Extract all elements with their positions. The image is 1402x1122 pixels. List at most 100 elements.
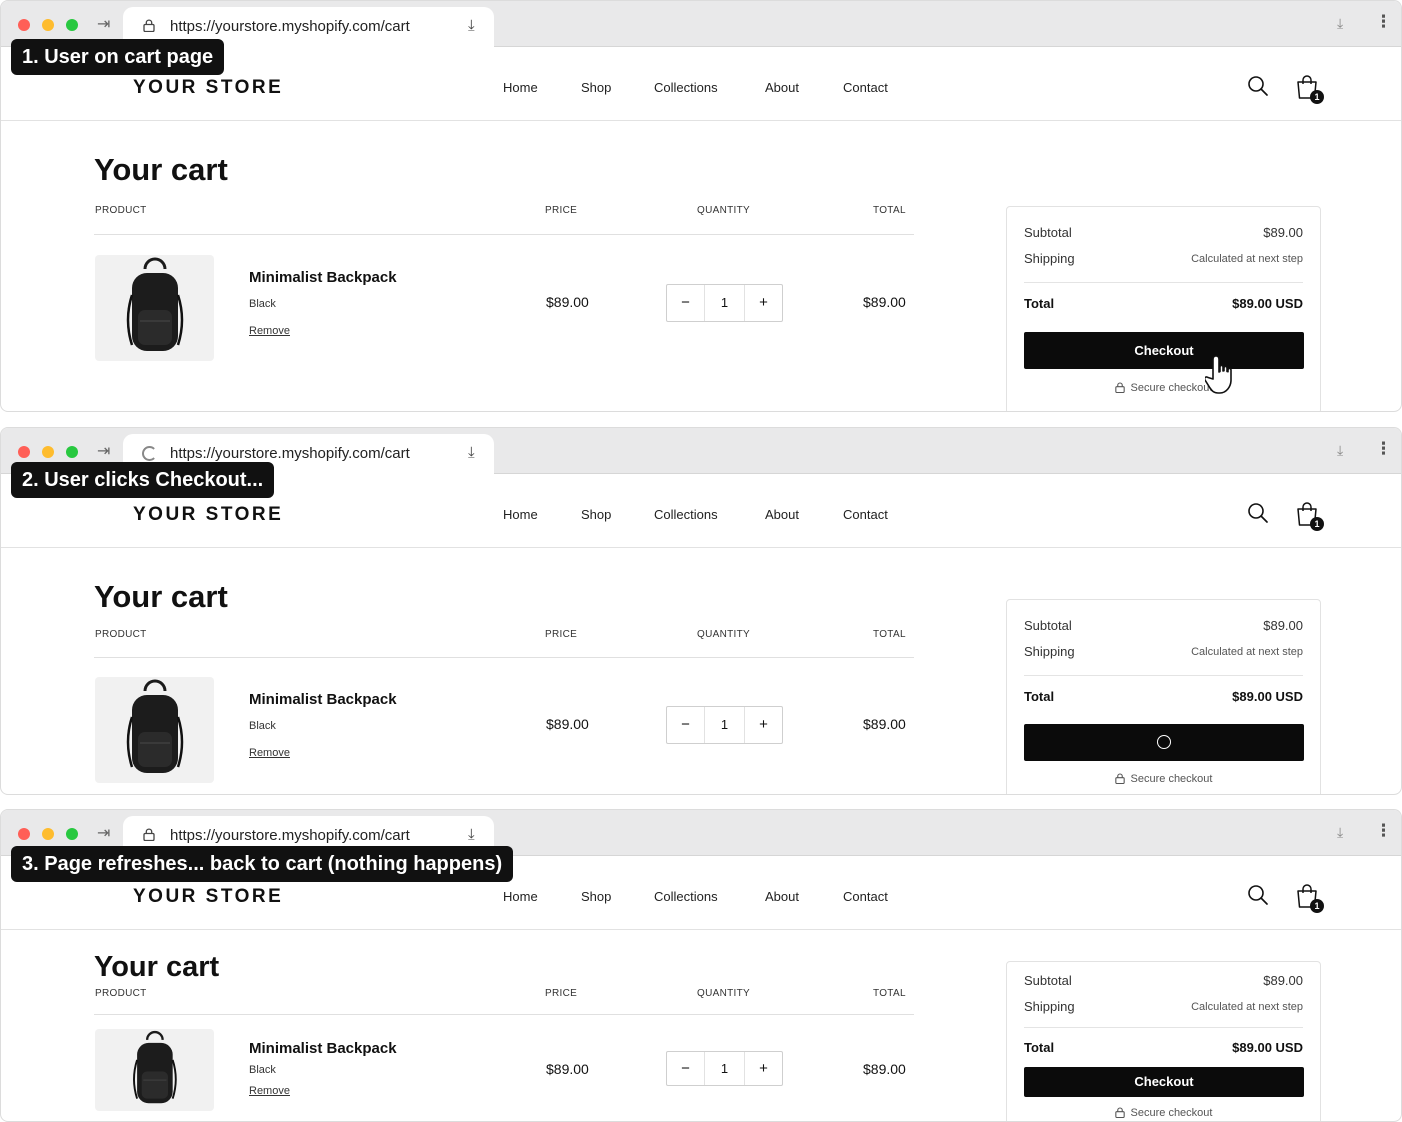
product-name[interactable]: Minimalist Backpack: [249, 1040, 397, 1057]
browser-window-step-1: ⇥ https://yourstore.myshopify.com/cart ⤓…: [0, 0, 1402, 412]
shipping-label: Shipping: [1024, 999, 1075, 1014]
close-window-button[interactable]: [18, 828, 30, 840]
shipping-label: Shipping: [1024, 644, 1075, 659]
subtotal-label: Subtotal: [1024, 225, 1072, 240]
nav-home[interactable]: Home: [503, 507, 538, 522]
quantity-stepper: − 1 +: [666, 284, 783, 322]
nav-collections[interactable]: Collections: [654, 889, 718, 904]
col-header-product: PRODUCT: [95, 205, 147, 216]
nav-about[interactable]: About: [765, 80, 799, 95]
forward-arrow-icon[interactable]: ⇥: [97, 441, 110, 461]
download-icon[interactable]: ⤓: [468, 826, 475, 843]
decrease-quantity-button[interactable]: −: [667, 1052, 705, 1085]
close-window-button[interactable]: [18, 19, 30, 31]
checkout-button[interactable]: Checkout: [1024, 1067, 1304, 1097]
store-logo[interactable]: YOUR STORE: [133, 886, 283, 908]
forward-arrow-icon[interactable]: ⇥: [97, 14, 110, 34]
subtotal-value: $89.00: [1263, 225, 1303, 240]
store-logo[interactable]: YOUR STORE: [133, 504, 283, 526]
download-icon[interactable]: ⤓: [1337, 442, 1343, 459]
url-text: https://yourstore.myshopify.com/cart: [170, 445, 410, 462]
backpack-icon: [126, 257, 184, 351]
loading-spinner-icon: [1157, 735, 1171, 749]
lock-icon: [1114, 773, 1125, 784]
kebab-menu-icon[interactable]: ⋮: [1375, 12, 1392, 32]
store-logo[interactable]: YOUR STORE: [133, 77, 283, 99]
col-header-price: PRICE: [545, 629, 578, 640]
product-variant: Black: [249, 1064, 276, 1076]
maximize-window-button[interactable]: [66, 828, 78, 840]
quantity-input[interactable]: 1: [705, 1052, 744, 1085]
nav-home[interactable]: Home: [503, 80, 538, 95]
order-summary: Subtotal $89.00 Shipping Calculated at n…: [1006, 961, 1321, 1121]
url-text: https://yourstore.myshopify.com/cart: [170, 827, 410, 844]
nav-about[interactable]: About: [765, 507, 799, 522]
increase-quantity-button[interactable]: +: [744, 707, 782, 743]
decrease-quantity-button[interactable]: −: [667, 285, 705, 321]
kebab-menu-icon[interactable]: ⋮: [1375, 439, 1392, 459]
total-value: $89.00 USD: [1232, 296, 1303, 311]
loading-spinner-icon: [142, 446, 157, 461]
col-header-product: PRODUCT: [95, 988, 147, 999]
product-image[interactable]: [95, 255, 214, 361]
maximize-window-button[interactable]: [66, 446, 78, 458]
secure-checkout-label: Secure checkout: [1130, 1107, 1213, 1119]
download-icon[interactable]: ⤓: [1337, 15, 1343, 32]
nav-home[interactable]: Home: [503, 889, 538, 904]
subtotal-value: $89.00: [1263, 973, 1303, 988]
increase-quantity-button[interactable]: +: [744, 1052, 782, 1085]
secure-checkout-note: Secure checkout: [1007, 382, 1320, 394]
col-header-total: TOTAL: [873, 988, 906, 999]
step-caption: 2. User clicks Checkout...: [11, 462, 275, 498]
item-price: $89.00: [546, 716, 589, 732]
forward-arrow-icon[interactable]: ⇥: [97, 823, 110, 843]
product-name[interactable]: Minimalist Backpack: [249, 269, 397, 286]
total-value: $89.00 USD: [1232, 1040, 1303, 1055]
download-icon[interactable]: ⤓: [468, 444, 475, 461]
search-icon[interactable]: [1247, 75, 1269, 97]
checkout-button[interactable]: Checkout: [1024, 332, 1304, 369]
checkout-button-loading[interactable]: [1024, 724, 1304, 761]
kebab-menu-icon[interactable]: ⋮: [1375, 821, 1392, 841]
nav-contact[interactable]: Contact: [843, 80, 888, 95]
product-image[interactable]: [95, 677, 214, 783]
maximize-window-button[interactable]: [66, 19, 78, 31]
nav-shop[interactable]: Shop: [581, 507, 611, 522]
download-icon[interactable]: ⤓: [1337, 824, 1343, 841]
quantity-stepper: − 1 +: [666, 706, 783, 744]
minimize-window-button[interactable]: [42, 446, 54, 458]
product-name[interactable]: Minimalist Backpack: [249, 691, 397, 708]
lock-icon: [1114, 1107, 1125, 1118]
step-caption: 1. User on cart page: [11, 39, 225, 75]
remove-link[interactable]: Remove: [249, 747, 290, 759]
product-image[interactable]: [95, 1029, 214, 1111]
nav-contact[interactable]: Contact: [843, 889, 888, 904]
decrease-quantity-button[interactable]: −: [667, 707, 705, 743]
nav-collections[interactable]: Collections: [654, 507, 718, 522]
nav-about[interactable]: About: [765, 889, 799, 904]
quantity-input[interactable]: 1: [705, 707, 744, 743]
cart-count-badge: 1: [1310, 90, 1324, 104]
col-header-price: PRICE: [545, 205, 578, 216]
total-label: Total: [1024, 689, 1055, 704]
subtotal-value: $89.00: [1263, 618, 1303, 633]
nav-contact[interactable]: Contact: [843, 507, 888, 522]
secure-checkout-label: Secure checkout: [1130, 773, 1213, 785]
remove-link[interactable]: Remove: [249, 1085, 290, 1097]
quantity-input[interactable]: 1: [705, 285, 744, 321]
search-icon[interactable]: [1247, 502, 1269, 524]
download-icon[interactable]: ⤓: [468, 17, 475, 34]
remove-link[interactable]: Remove: [249, 325, 290, 337]
minimize-window-button[interactable]: [42, 828, 54, 840]
increase-quantity-button[interactable]: +: [744, 285, 782, 321]
minimize-window-button[interactable]: [42, 19, 54, 31]
browser-window-step-3: ⇥ https://yourstore.myshopify.com/cart ⤓…: [0, 809, 1402, 1122]
nav-shop[interactable]: Shop: [581, 889, 611, 904]
nav-collections[interactable]: Collections: [654, 80, 718, 95]
close-window-button[interactable]: [18, 446, 30, 458]
col-header-total: TOTAL: [873, 629, 906, 640]
nav-shop[interactable]: Shop: [581, 80, 611, 95]
shipping-label: Shipping: [1024, 251, 1075, 266]
search-icon[interactable]: [1247, 884, 1269, 906]
col-header-total: TOTAL: [873, 205, 906, 216]
